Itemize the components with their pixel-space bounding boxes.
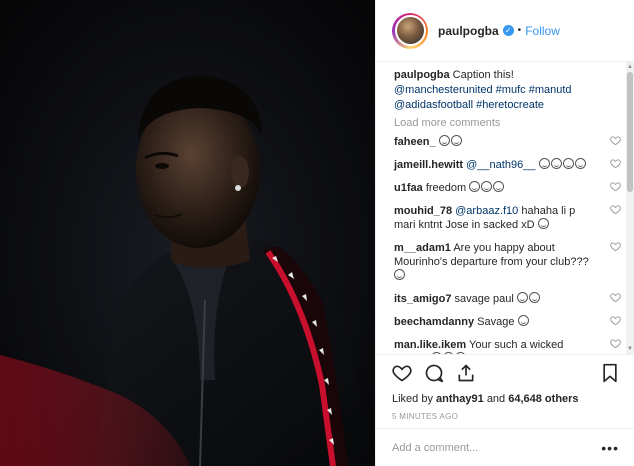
comment-like-heart-icon[interactable] bbox=[610, 135, 621, 146]
comment-username[interactable]: u1faa bbox=[394, 182, 423, 194]
scroll-up-arrow-icon[interactable]: ▲ bbox=[627, 64, 633, 70]
emoji-icon bbox=[450, 135, 462, 146]
photo-illustration bbox=[0, 75, 375, 466]
emoji-icon bbox=[550, 158, 562, 169]
post-header: paulpogba ✓ • Follow bbox=[376, 0, 634, 62]
comment-like-heart-icon[interactable] bbox=[610, 338, 621, 349]
comment-username[interactable]: its_amigo7 bbox=[394, 293, 451, 305]
load-more-comments-button[interactable]: Load more comments bbox=[394, 117, 621, 129]
caption-tag[interactable]: #heretocreate bbox=[476, 99, 544, 111]
liked-by-others[interactable]: 64,648 others bbox=[508, 393, 578, 405]
emoji-icon bbox=[574, 158, 586, 169]
comment-username[interactable]: m__adam1 bbox=[394, 242, 451, 254]
comment-username[interactable]: beechamdanny bbox=[394, 316, 474, 328]
comment-username[interactable]: jameill.hewitt bbox=[394, 159, 463, 171]
likes-summary: Liked by anthay91 and 64,648 others bbox=[392, 393, 619, 405]
post-caption: paulpogba Caption this! @manchesterunite… bbox=[394, 68, 621, 113]
emoji-icon bbox=[469, 181, 481, 192]
emoji-icon bbox=[481, 181, 493, 192]
heart-icon[interactable] bbox=[392, 363, 412, 383]
comment-username[interactable]: man.like.ikem bbox=[394, 339, 466, 351]
add-comment-bar: ••• bbox=[376, 428, 634, 466]
comment-like-heart-icon[interactable] bbox=[610, 315, 621, 326]
comment-mention[interactable]: @__nath96__ bbox=[466, 159, 535, 171]
add-comment-input[interactable] bbox=[392, 441, 572, 454]
comment-row: mouhid_78 @arbaaz.f10 hahaha li p mari k… bbox=[394, 204, 621, 232]
comment-row: m__adam1 Are you happy about Mourinho's … bbox=[394, 241, 621, 283]
header-username[interactable]: paulpogba bbox=[438, 24, 499, 38]
comment-username[interactable]: faheen_ bbox=[394, 136, 436, 148]
emoji-icon bbox=[516, 292, 528, 303]
caption-tag[interactable]: @manchesterunited bbox=[394, 84, 493, 96]
separator-dot: • bbox=[517, 25, 522, 36]
post-side-panel: paulpogba ✓ • Follow paulpogba Caption t… bbox=[375, 0, 634, 466]
share-icon[interactable] bbox=[456, 363, 476, 383]
comment-row: u1faa freedom bbox=[394, 181, 621, 195]
comment-row: its_amigo7 savage paul bbox=[394, 292, 621, 306]
comment-username[interactable]: mouhid_78 bbox=[394, 205, 452, 217]
caption-text: Caption this! bbox=[452, 69, 514, 81]
emoji-icon bbox=[493, 181, 505, 192]
liked-by-user[interactable]: anthay91 bbox=[436, 393, 484, 405]
caption-tag[interactable]: @adidasfootball bbox=[394, 99, 473, 111]
comment-row: beechamdanny Savage bbox=[394, 315, 621, 329]
post-timestamp[interactable]: 5 minutes ago bbox=[392, 412, 619, 421]
emoji-icon bbox=[528, 292, 540, 303]
comment-like-heart-icon[interactable] bbox=[610, 158, 621, 169]
bookmark-icon[interactable] bbox=[601, 363, 619, 383]
emoji-icon bbox=[517, 315, 529, 326]
follow-button[interactable]: Follow bbox=[525, 24, 560, 38]
emoji-icon bbox=[562, 158, 574, 169]
caption-tag[interactable]: #mufc bbox=[496, 84, 526, 96]
liked-by-prefix: Liked by bbox=[392, 393, 433, 405]
comment-icon[interactable] bbox=[424, 363, 444, 383]
comments-scrollbar[interactable]: ▲ ▼ bbox=[626, 62, 634, 354]
comment-row: man.like.ikem Your such a wicked person bbox=[394, 338, 621, 354]
comment-like-heart-icon[interactable] bbox=[610, 204, 621, 215]
comment-text: freedom bbox=[425, 182, 467, 194]
scroll-down-arrow-icon[interactable]: ▼ bbox=[627, 346, 633, 352]
post-photo[interactable] bbox=[0, 0, 375, 466]
comment-mention[interactable]: @arbaaz.f10 bbox=[455, 205, 518, 217]
scrollbar-thumb[interactable] bbox=[627, 72, 633, 192]
emoji-icon bbox=[538, 158, 550, 169]
caption-username[interactable]: paulpogba bbox=[394, 69, 450, 81]
post-actions: Liked by anthay91 and 64,648 others 5 mi… bbox=[376, 354, 634, 421]
comment-like-heart-icon[interactable] bbox=[610, 241, 621, 252]
comment-text: Savage bbox=[477, 316, 515, 328]
avatar[interactable] bbox=[392, 12, 428, 49]
emoji-icon bbox=[438, 135, 450, 146]
caption-tag[interactable]: #manutd bbox=[529, 84, 572, 96]
comment-row: faheen_ bbox=[394, 135, 621, 149]
comment-like-heart-icon[interactable] bbox=[610, 292, 621, 303]
liked-by-middle: and bbox=[486, 393, 506, 405]
emoji-icon bbox=[537, 218, 549, 229]
comment-row: jameill.hewitt @__nath96__ bbox=[394, 158, 621, 172]
comment-like-heart-icon[interactable] bbox=[610, 181, 621, 192]
comment-container: faheen_ jameill.hewitt @__nath96__ u1faa… bbox=[394, 135, 621, 354]
comments-list[interactable]: paulpogba Caption this! @manchesterunite… bbox=[376, 62, 634, 354]
comment-text: savage paul bbox=[454, 293, 514, 305]
more-options-icon[interactable]: ••• bbox=[601, 440, 619, 456]
emoji-icon bbox=[394, 269, 405, 280]
verified-icon: ✓ bbox=[502, 25, 514, 36]
